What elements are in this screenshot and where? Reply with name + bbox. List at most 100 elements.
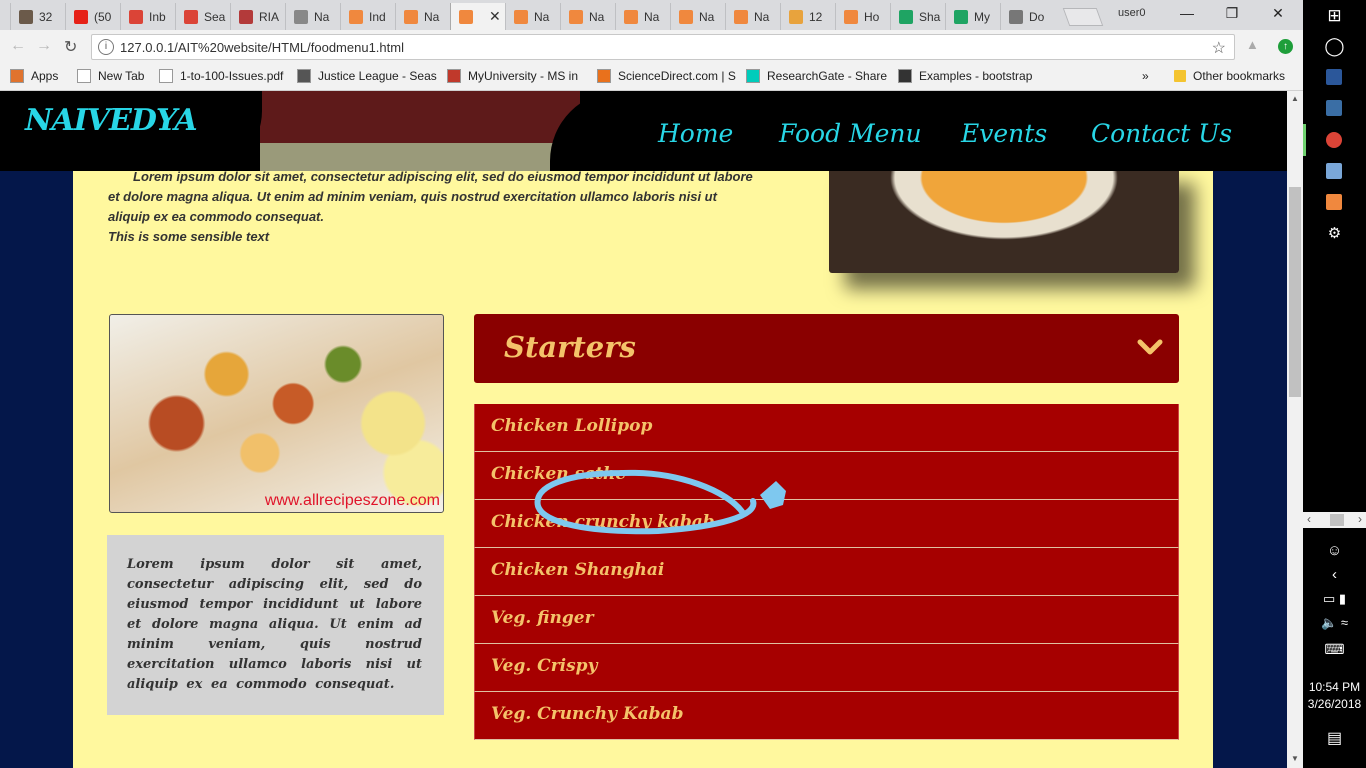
intro-text: Lorem ipsum dolor sit amet, consectetur … <box>108 167 808 247</box>
browser-tab[interactable]: Ho <box>835 3 891 30</box>
menu-item-label: Chicken sathe <box>491 464 627 484</box>
starters-menu-list: Chicken Lollipop Chicken sathe Chicken cru… <box>474 404 1179 740</box>
bookmark-star-icon[interactable]: ☆ <box>1212 38 1226 58</box>
browser-tab[interactable]: Na <box>670 3 726 30</box>
reload-icon[interactable]: ↻ <box>64 37 77 57</box>
close-window-icon[interactable]: ✕ <box>1263 5 1293 22</box>
browser-tab[interactable]: Sea <box>175 3 231 30</box>
tab-label: Na <box>754 9 770 24</box>
scroll-right-icon[interactable]: › <box>1358 512 1362 526</box>
tab-close-icon[interactable]: ✕ <box>489 8 501 25</box>
bookmark-item[interactable]: ResearchGate - Share <box>746 69 887 83</box>
tab-label: Do <box>1029 9 1045 24</box>
bookmark-item[interactable]: Justice League - Seas <box>297 69 437 83</box>
menu-title: Starters <box>504 330 636 364</box>
menu-item[interactable]: Chicken sathe <box>474 452 1179 500</box>
browser-tab[interactable]: Na <box>725 3 781 30</box>
book-icon <box>898 69 912 83</box>
nav-food-menu[interactable]: Food Menu <box>779 119 922 148</box>
settings-gear-icon[interactable]: ⚙ <box>1303 224 1366 242</box>
taskbar-horizontal-scroll[interactable]: ‹ › <box>1303 512 1366 528</box>
site-info-icon[interactable]: i <box>98 39 114 55</box>
forward-icon[interactable]: → <box>36 37 52 55</box>
menu-item[interactable]: Veg. Crunchy Kabab <box>474 692 1179 740</box>
scroll-left-icon[interactable]: ‹ <box>1307 512 1311 526</box>
tab-favicon-icon <box>789 9 803 24</box>
menu-item-label: Chicken Lollipop <box>491 416 653 436</box>
bookmark-label: 1-to-100-Issues.pdf <box>180 69 284 83</box>
notepad-app-icon[interactable] <box>1326 163 1342 179</box>
browser-tab[interactable]: Na <box>560 3 616 30</box>
taskbar-clock[interactable]: 10:54 PM 3/26/2018 <box>1303 679 1366 713</box>
menu-item-label: Veg. finger <box>491 608 594 628</box>
maximize-icon[interactable]: ❐ <box>1217 5 1247 22</box>
word-app-icon[interactable] <box>1326 69 1342 85</box>
menu-item-label: Chicken crunchy kabab <box>491 512 715 532</box>
scroll-down-icon[interactable]: ▼ <box>1291 754 1299 763</box>
nav-events[interactable]: Events <box>961 119 1047 148</box>
back-icon[interactable]: ← <box>10 37 26 55</box>
tab-label: Na <box>699 9 715 24</box>
starters-accordion-header[interactable]: Starters <box>474 314 1179 383</box>
bookmark-item[interactable]: Examples - bootstrap <box>898 69 1032 83</box>
browser-tab[interactable]: ✕ <box>450 3 506 30</box>
tab-label: Ind <box>369 9 386 24</box>
browser-tab[interactable]: Na <box>615 3 671 30</box>
bookmark-item[interactable]: 1-to-100-Issues.pdf <box>159 69 283 83</box>
site-logo[interactable]: NAIVEDYA <box>25 103 198 138</box>
tab-favicon-icon <box>239 9 253 24</box>
browser-tab[interactable]: Ind <box>340 3 396 30</box>
browser-tab[interactable]: Do <box>1000 3 1056 30</box>
browser-tab[interactable]: 32 <box>10 3 66 30</box>
bookmark-item[interactable]: New Tab <box>77 69 144 83</box>
bookmark-item[interactable]: ScienceDirect.com | S <box>597 69 736 83</box>
chrome-app-icon[interactable] <box>1326 132 1342 148</box>
nav-contact-us[interactable]: Contact Us <box>1091 119 1232 148</box>
tab-favicon-icon <box>349 9 363 24</box>
taskview-app-icon[interactable] <box>1326 100 1342 116</box>
bookmark-item[interactable]: MyUniversity - MS in <box>447 69 578 83</box>
cortana-icon[interactable]: ◯ <box>1303 36 1366 57</box>
action-center-icon[interactable]: ▤ <box>1303 728 1366 748</box>
show-hidden-icons-chevron-icon[interactable]: ‹ <box>1303 566 1366 583</box>
extension-icon[interactable]: ▲ <box>1246 37 1259 52</box>
browser-tab[interactable]: (50 <box>65 3 121 30</box>
other-bookmarks[interactable]: Other bookmarks <box>1174 69 1285 83</box>
minimize-icon[interactable]: — <box>1172 5 1202 21</box>
new-tab-button[interactable] <box>1062 8 1104 26</box>
address-bar[interactable]: i 127.0.0.1/AIT%20website/HTML/foodmenu1… <box>91 34 1235 60</box>
volume-wifi-icon[interactable]: 🔈 ≈ <box>1303 615 1366 631</box>
scroll-up-icon[interactable]: ▲ <box>1291 94 1299 103</box>
browser-tab[interactable]: Na <box>505 3 561 30</box>
keyboard-icon[interactable]: ⌨ <box>1303 641 1366 658</box>
xampp-app-icon[interactable] <box>1326 194 1342 210</box>
profile-button[interactable]: user0 <box>1118 7 1146 19</box>
menu-item[interactable]: Veg. finger <box>474 596 1179 644</box>
browser-tab[interactable]: My <box>945 3 1001 30</box>
browser-tab[interactable]: 12 <box>780 3 836 30</box>
windows-start-icon[interactable]: ⊞ <box>1303 6 1366 26</box>
browser-tab[interactable]: Sha <box>890 3 946 30</box>
network-battery-icon[interactable]: ▭ ▮ <box>1303 591 1366 607</box>
browser-tab[interactable]: Na <box>395 3 451 30</box>
hscroll-thumb[interactable] <box>1330 514 1344 526</box>
tab-favicon-icon <box>459 9 473 24</box>
chrome-update-icon[interactable]: ↑ <box>1278 39 1293 54</box>
browser-tab[interactable]: Inb <box>120 3 176 30</box>
people-icon[interactable]: ☺ <box>1303 542 1366 559</box>
scrollbar-thumb[interactable] <box>1289 187 1301 397</box>
browser-tab[interactable]: RIA <box>230 3 286 30</box>
bookmarks-overflow-button[interactable]: » <box>1142 69 1149 83</box>
menu-item[interactable]: Chicken crunchy kabab <box>474 500 1179 548</box>
chevron-down-icon[interactable] <box>1137 337 1163 357</box>
page-icon <box>159 69 173 83</box>
nav-home[interactable]: Home <box>658 119 733 148</box>
browser-tab[interactable]: Na <box>285 3 341 30</box>
menu-item[interactable]: Chicken Shanghai <box>474 548 1179 596</box>
menu-item[interactable]: Chicken Lollipop <box>474 404 1179 452</box>
page-scrollbar[interactable]: ▲ ▼ <box>1287 91 1303 768</box>
url-text[interactable]: 127.0.0.1/AIT%20website/HTML/foodmenu1.h… <box>120 40 404 55</box>
bookmark-item[interactable]: Apps <box>10 69 58 83</box>
image-watermark: www.allrecipeszone.com <box>264 492 440 509</box>
menu-item[interactable]: Veg. Crispy <box>474 644 1179 692</box>
